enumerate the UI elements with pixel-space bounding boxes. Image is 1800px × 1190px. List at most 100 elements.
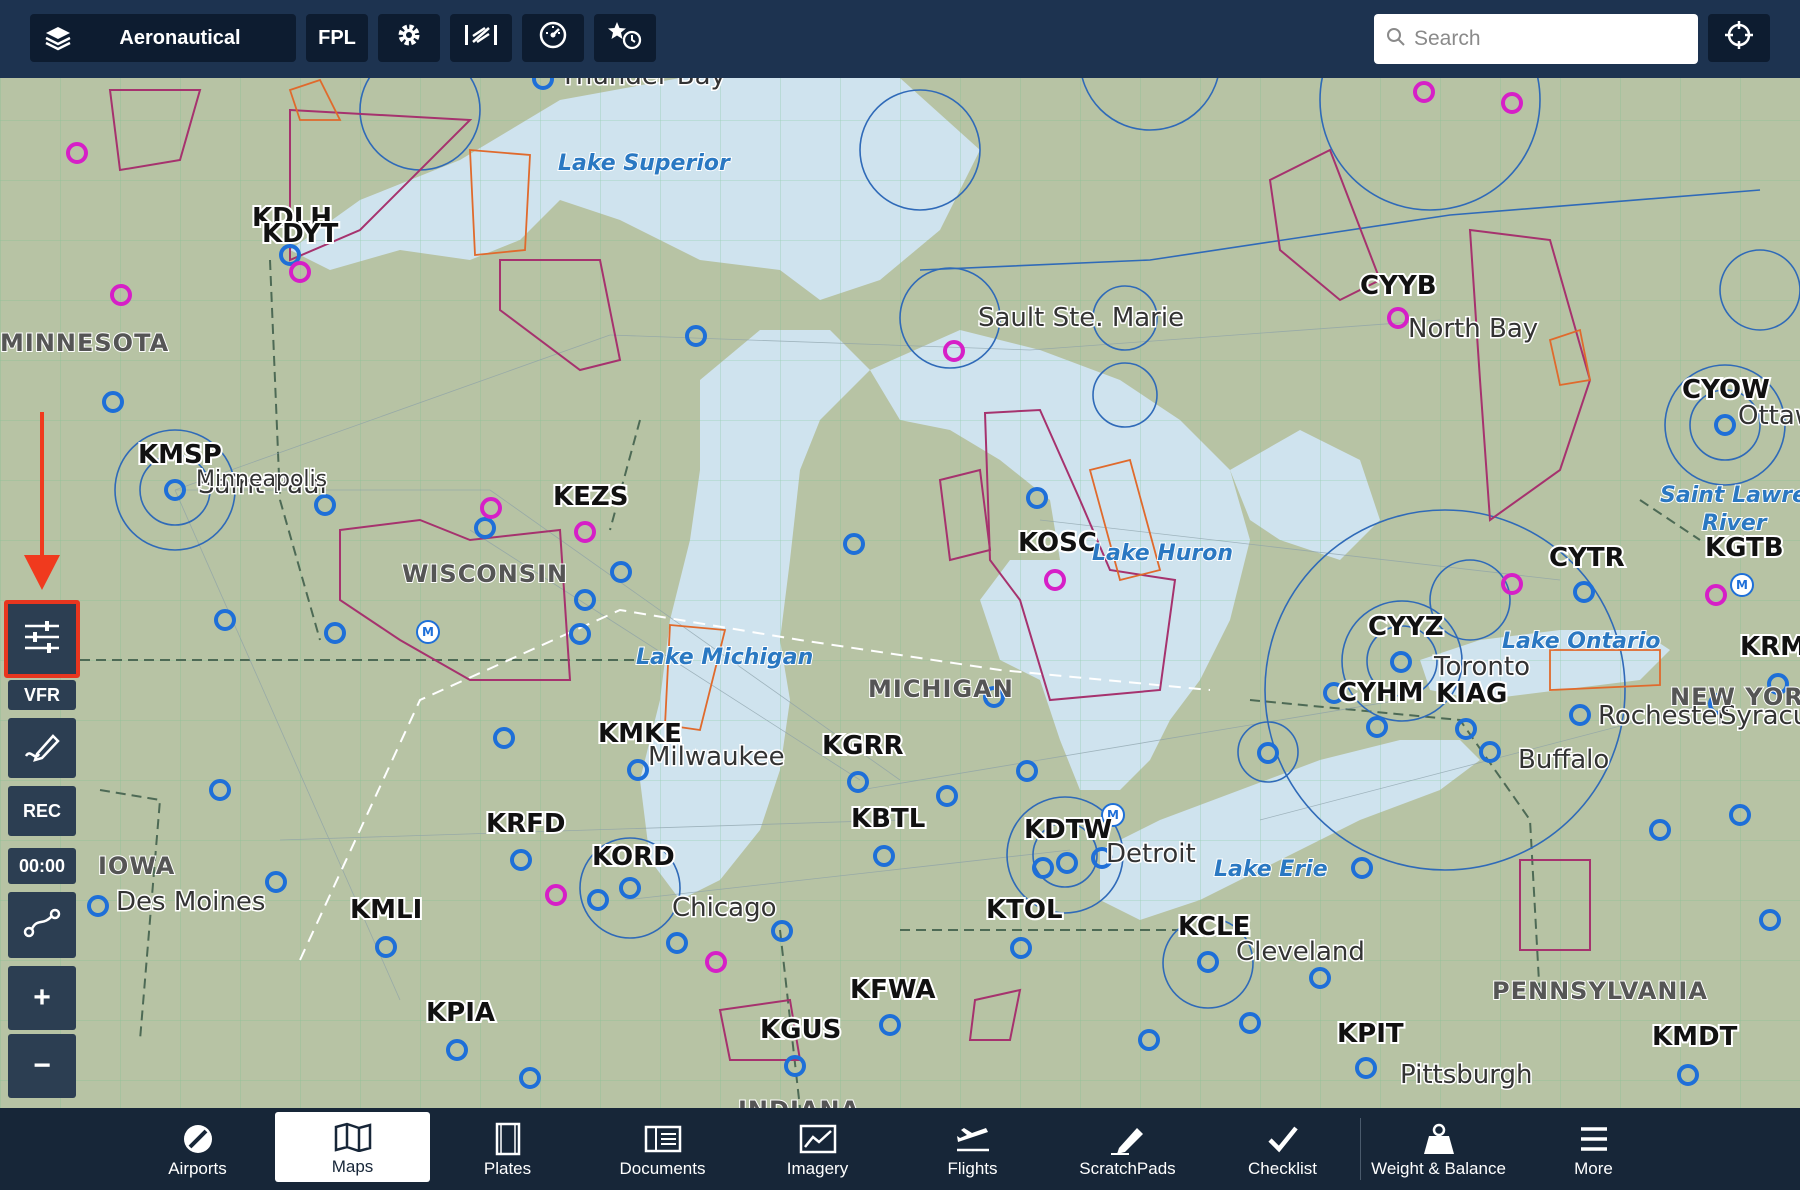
svg-text:CYHM: CYHM bbox=[1338, 678, 1424, 708]
svg-text:KRFD: KRFD bbox=[486, 809, 566, 839]
svg-text:KBTL: KBTL bbox=[851, 804, 925, 834]
svg-text:KDTW: KDTW bbox=[1024, 815, 1112, 845]
svg-text:Chicago: Chicago bbox=[672, 893, 777, 923]
map-settings-button[interactable] bbox=[4, 600, 80, 678]
recents-button[interactable] bbox=[594, 14, 656, 62]
record-button[interactable]: REC bbox=[8, 786, 76, 836]
svg-text:Lake Huron: Lake Huron bbox=[1092, 541, 1233, 566]
tab-label: Documents bbox=[619, 1159, 706, 1178]
layers-icon bbox=[30, 24, 86, 52]
svg-text:PENNSYLVANIA: PENNSYLVANIA bbox=[1492, 977, 1708, 1005]
tab-maps[interactable]: Maps bbox=[275, 1112, 430, 1182]
plates-icon bbox=[493, 1119, 523, 1159]
svg-text:KDYT: KDYT bbox=[262, 219, 339, 249]
svg-text:KPIA: KPIA bbox=[426, 998, 495, 1028]
svg-text:INDIANA: INDIANA bbox=[738, 1096, 860, 1108]
draw-button[interactable] bbox=[8, 718, 76, 778]
bottom-tab-bar: Airports Maps Plates Documents Imagery F… bbox=[0, 1108, 1800, 1190]
instruments-button[interactable] bbox=[522, 14, 584, 62]
layer-selector-button[interactable]: Aeronautical bbox=[30, 14, 296, 62]
search-input[interactable] bbox=[1412, 26, 1686, 52]
svg-text:KEZS: KEZS bbox=[553, 482, 629, 512]
tab-label: Checklist bbox=[1248, 1159, 1317, 1178]
tab-documents[interactable]: Documents bbox=[585, 1108, 740, 1190]
svg-text:KIAG: KIAG bbox=[1436, 679, 1507, 709]
svg-text:KMLI: KMLI bbox=[350, 895, 422, 925]
record-timer: 00:00 bbox=[8, 848, 76, 884]
tab-label: Weight & Balance bbox=[1371, 1159, 1506, 1178]
tab-airports[interactable]: Airports bbox=[120, 1108, 275, 1190]
tab-label: More bbox=[1574, 1159, 1613, 1178]
svg-text:KORD: KORD bbox=[592, 842, 675, 872]
search-icon bbox=[1386, 27, 1406, 52]
svg-text:North Bay: North Bay bbox=[1408, 314, 1538, 344]
tab-imagery[interactable]: Imagery bbox=[740, 1108, 895, 1190]
svg-text:Toronto: Toronto bbox=[1433, 652, 1530, 682]
svg-text:M: M bbox=[1736, 578, 1748, 592]
map-icon bbox=[334, 1117, 372, 1157]
svg-text:KTOL: KTOL bbox=[986, 895, 1063, 925]
crosshair-icon bbox=[1724, 20, 1754, 56]
tab-weight-balance[interactable]: Weight & Balance bbox=[1361, 1108, 1516, 1190]
flights-icon bbox=[954, 1119, 992, 1159]
weight-icon bbox=[1421, 1119, 1457, 1159]
imagery-icon bbox=[799, 1119, 837, 1159]
gear-icon bbox=[395, 21, 423, 55]
more-icon bbox=[1578, 1119, 1610, 1159]
top-toolbar: Aeronautical FPL bbox=[0, 0, 1800, 78]
svg-text:Minneapolis: Minneapolis bbox=[196, 467, 327, 492]
tab-flights[interactable]: Flights bbox=[895, 1108, 1050, 1190]
svg-text:Pittsburgh: Pittsburgh bbox=[1400, 1060, 1532, 1090]
svg-text:Thunder Bay: Thunder Bay bbox=[559, 78, 726, 91]
procedure-button[interactable] bbox=[450, 14, 512, 62]
svg-text:KRM: KRM bbox=[1740, 632, 1800, 662]
svg-text:KGRR: KGRR bbox=[822, 731, 904, 761]
tab-label: Airports bbox=[168, 1159, 227, 1178]
fpl-button[interactable]: FPL bbox=[306, 14, 368, 62]
sliders-icon bbox=[23, 620, 61, 659]
scratchpad-icon bbox=[1109, 1119, 1147, 1159]
svg-text:M: M bbox=[422, 625, 434, 639]
svg-text:CYYB: CYYB bbox=[1360, 271, 1437, 301]
route-icon bbox=[23, 908, 61, 943]
search-box[interactable] bbox=[1374, 14, 1698, 64]
tab-label: Flights bbox=[947, 1159, 998, 1178]
svg-text:Lake Superior: Lake Superior bbox=[558, 151, 731, 176]
gauge-icon bbox=[538, 20, 568, 56]
tabbar-spacer bbox=[0, 1108, 120, 1190]
tab-label: Imagery bbox=[786, 1159, 849, 1178]
svg-text:Lake Ontario: Lake Ontario bbox=[1502, 629, 1661, 654]
tab-checklist[interactable]: Checklist bbox=[1205, 1108, 1360, 1190]
svg-text:Ottawa: Ottawa bbox=[1738, 401, 1800, 431]
tab-label: Plates bbox=[483, 1159, 532, 1178]
locate-button[interactable] bbox=[1708, 14, 1770, 62]
zoom-out-button[interactable]: − bbox=[8, 1034, 76, 1098]
tab-label: Maps bbox=[331, 1157, 374, 1176]
svg-text:Cleveland: Cleveland bbox=[1236, 937, 1365, 967]
svg-text:WISCONSIN: WISCONSIN bbox=[402, 560, 568, 588]
svg-text:MINNESOTA: MINNESOTA bbox=[0, 329, 169, 357]
svg-text:MICHIGAN: MICHIGAN bbox=[868, 675, 1014, 703]
svg-text:Detroit: Detroit bbox=[1106, 839, 1196, 869]
tab-scratchpads[interactable]: ScratchPads bbox=[1050, 1108, 1205, 1190]
tab-plates[interactable]: Plates bbox=[430, 1108, 585, 1190]
svg-text:CYTR: CYTR bbox=[1549, 543, 1625, 573]
svg-text:CYYZ: CYYZ bbox=[1368, 612, 1444, 642]
svg-text:Lake Erie: Lake Erie bbox=[1214, 857, 1328, 882]
svg-text:KPIT: KPIT bbox=[1337, 1019, 1404, 1049]
svg-text:Sault Ste. Marie: Sault Ste. Marie bbox=[978, 303, 1184, 333]
zoom-in-button[interactable]: + bbox=[8, 966, 76, 1030]
svg-text:KOSC: KOSC bbox=[1018, 528, 1097, 558]
documents-icon bbox=[644, 1119, 682, 1159]
svg-text:KMSP: KMSP bbox=[138, 440, 222, 470]
settings-button[interactable] bbox=[378, 14, 440, 62]
airport-icon bbox=[180, 1119, 216, 1159]
svg-text:KFWA: KFWA bbox=[850, 975, 936, 1005]
map-view[interactable]: MMM KDLH KDYT KMSP KEZS KMKE KGRR KRFD K… bbox=[0, 78, 1800, 1108]
svg-text:River: River bbox=[1702, 511, 1768, 536]
route-button[interactable] bbox=[8, 892, 76, 958]
vfr-mode-label[interactable]: VFR bbox=[8, 680, 76, 710]
tab-label: ScratchPads bbox=[1079, 1159, 1176, 1178]
svg-text:Lake Michigan: Lake Michigan bbox=[636, 645, 813, 670]
tab-more[interactable]: More bbox=[1516, 1108, 1671, 1190]
